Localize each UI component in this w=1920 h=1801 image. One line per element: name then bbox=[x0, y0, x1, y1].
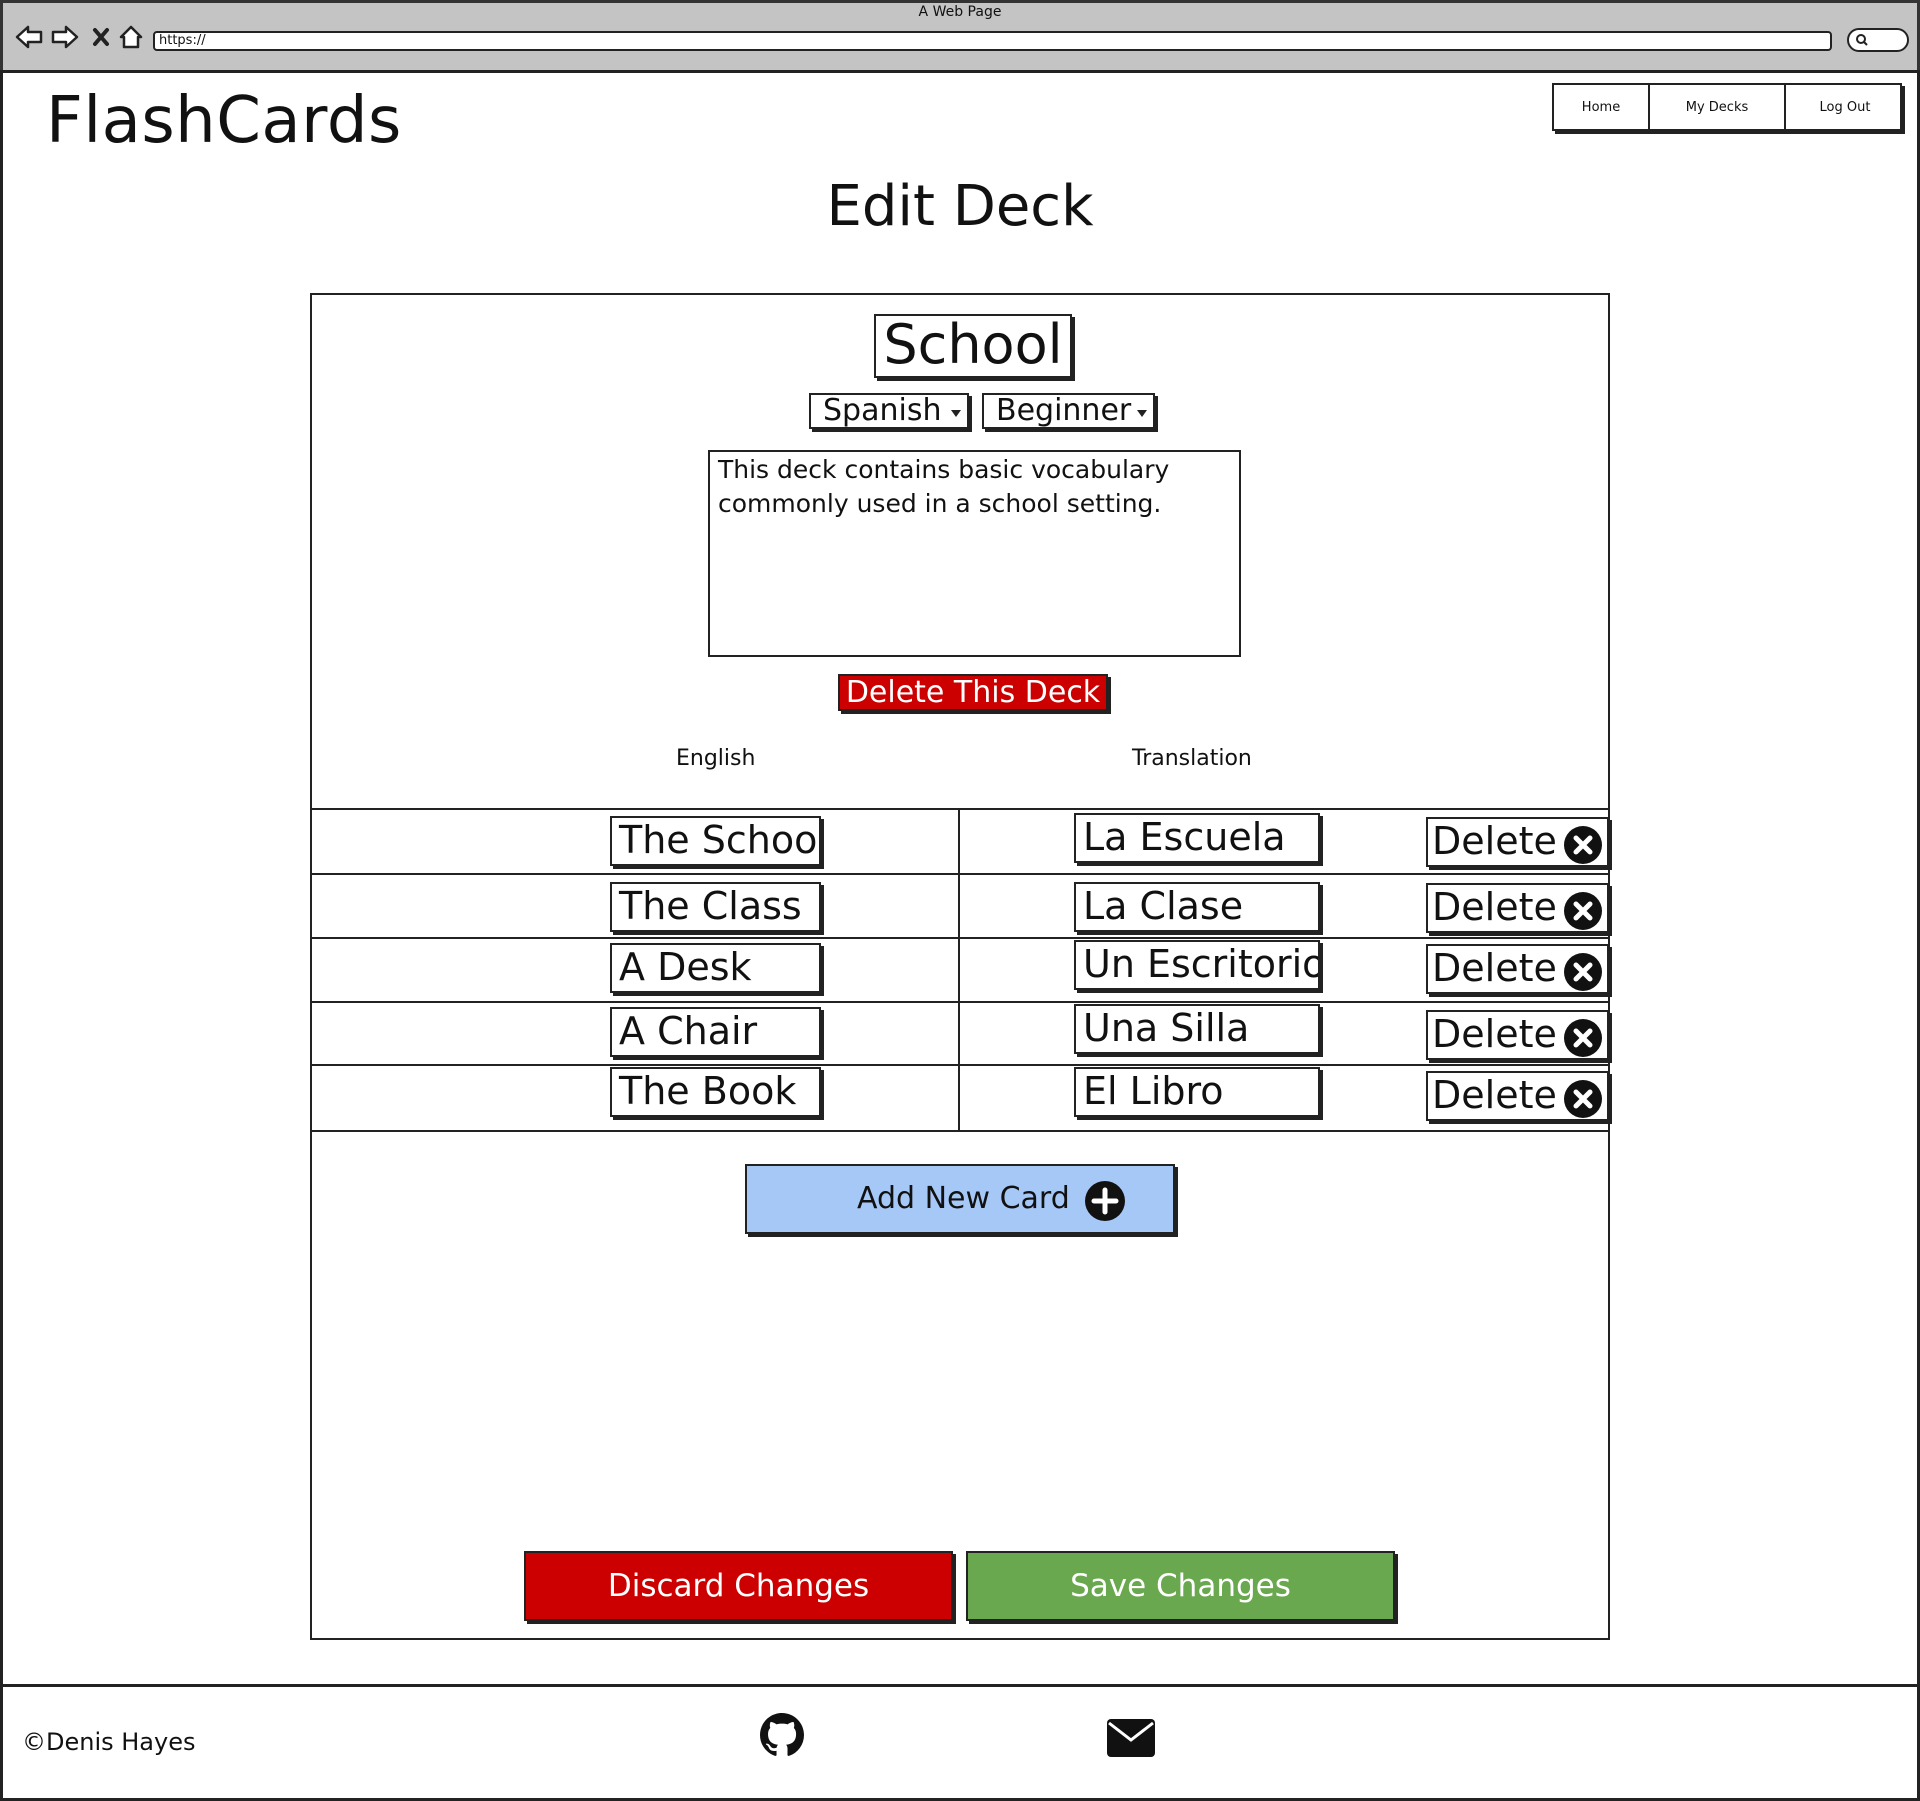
close-circle-icon bbox=[1564, 826, 1602, 864]
delete-card-button[interactable]: Delete bbox=[1426, 883, 1609, 933]
english-term-input[interactable]: The School bbox=[610, 816, 821, 866]
delete-deck-button[interactable]: Delete This Deck bbox=[838, 674, 1108, 711]
browser-title: A Web Page bbox=[918, 4, 1002, 20]
english-term-input[interactable]: A Desk bbox=[610, 943, 821, 993]
table-divider bbox=[310, 1064, 1610, 1066]
language-select-value: Spanish bbox=[823, 393, 942, 428]
discard-changes-button[interactable]: Discard Changes bbox=[524, 1551, 953, 1621]
table-divider bbox=[310, 808, 1610, 810]
level-select[interactable]: Beginner bbox=[982, 393, 1155, 429]
table-divider bbox=[310, 873, 1610, 875]
table-column-divider bbox=[958, 808, 960, 1132]
deck-description-textarea[interactable]: This deck contains basic vocabulary comm… bbox=[708, 450, 1241, 657]
table-divider bbox=[310, 1130, 1610, 1132]
close-x-icon[interactable] bbox=[90, 20, 112, 54]
browser-search-field[interactable] bbox=[1847, 28, 1909, 52]
english-term-input[interactable]: The Book bbox=[610, 1067, 821, 1117]
url-bar[interactable]: https:// bbox=[153, 31, 1832, 51]
column-header-english: English bbox=[676, 746, 756, 771]
close-circle-icon bbox=[1564, 1019, 1602, 1057]
brand-logo[interactable]: FlashCards bbox=[46, 78, 402, 164]
delete-card-label: Delete bbox=[1432, 1073, 1557, 1117]
save-changes-button[interactable]: Save Changes bbox=[966, 1551, 1395, 1621]
nav-home[interactable]: Home bbox=[1554, 85, 1650, 129]
add-new-card-label: Add New Card bbox=[857, 1181, 1070, 1216]
delete-card-button[interactable]: Delete bbox=[1426, 944, 1609, 994]
translation-input[interactable]: Un Escritorio bbox=[1074, 940, 1320, 990]
language-select[interactable]: Spanish bbox=[809, 393, 969, 429]
top-navigation: Home My Decks Log Out bbox=[1552, 83, 1902, 131]
delete-card-label: Delete bbox=[1432, 1012, 1557, 1056]
home-icon[interactable] bbox=[117, 20, 145, 54]
page-title: Edit Deck bbox=[826, 174, 1094, 239]
add-new-card-button[interactable]: Add New Card bbox=[745, 1164, 1175, 1234]
forward-arrow-icon[interactable] bbox=[50, 20, 80, 54]
deck-name-field[interactable]: School bbox=[874, 314, 1072, 378]
column-header-translation: Translation bbox=[1132, 746, 1252, 771]
table-divider bbox=[310, 1001, 1610, 1003]
translation-input[interactable]: La Escuela bbox=[1074, 813, 1320, 863]
level-select-value: Beginner bbox=[996, 393, 1132, 428]
delete-card-label: Delete bbox=[1432, 885, 1557, 929]
translation-input[interactable]: La Clase bbox=[1074, 882, 1320, 932]
chevron-down-icon bbox=[951, 410, 961, 417]
nav-log-out[interactable]: Log Out bbox=[1786, 85, 1904, 129]
nav-my-decks[interactable]: My Decks bbox=[1650, 85, 1786, 129]
mail-icon[interactable] bbox=[1106, 1718, 1156, 1758]
english-term-input[interactable]: The Class bbox=[610, 882, 821, 932]
delete-card-button[interactable]: Delete bbox=[1426, 817, 1609, 867]
delete-card-button[interactable]: Delete bbox=[1426, 1010, 1609, 1060]
plus-circle-icon bbox=[1085, 1181, 1125, 1221]
footer-copyright: ©Denis Hayes bbox=[22, 1728, 196, 1756]
footer-divider bbox=[0, 1684, 1920, 1687]
github-icon[interactable] bbox=[760, 1713, 804, 1757]
translation-input[interactable]: Una Silla bbox=[1074, 1004, 1320, 1054]
search-icon bbox=[1856, 34, 1868, 46]
close-circle-icon bbox=[1564, 1080, 1602, 1118]
translation-input[interactable]: El Libro bbox=[1074, 1067, 1320, 1117]
close-circle-icon bbox=[1564, 892, 1602, 930]
close-circle-icon bbox=[1564, 953, 1602, 991]
delete-card-label: Delete bbox=[1432, 946, 1557, 990]
table-divider bbox=[310, 937, 1610, 939]
back-arrow-icon[interactable] bbox=[14, 20, 44, 54]
chevron-down-icon bbox=[1137, 410, 1147, 417]
delete-card-label: Delete bbox=[1432, 819, 1557, 863]
delete-card-button[interactable]: Delete bbox=[1426, 1071, 1609, 1121]
english-term-input[interactable]: A Chair bbox=[610, 1007, 821, 1057]
